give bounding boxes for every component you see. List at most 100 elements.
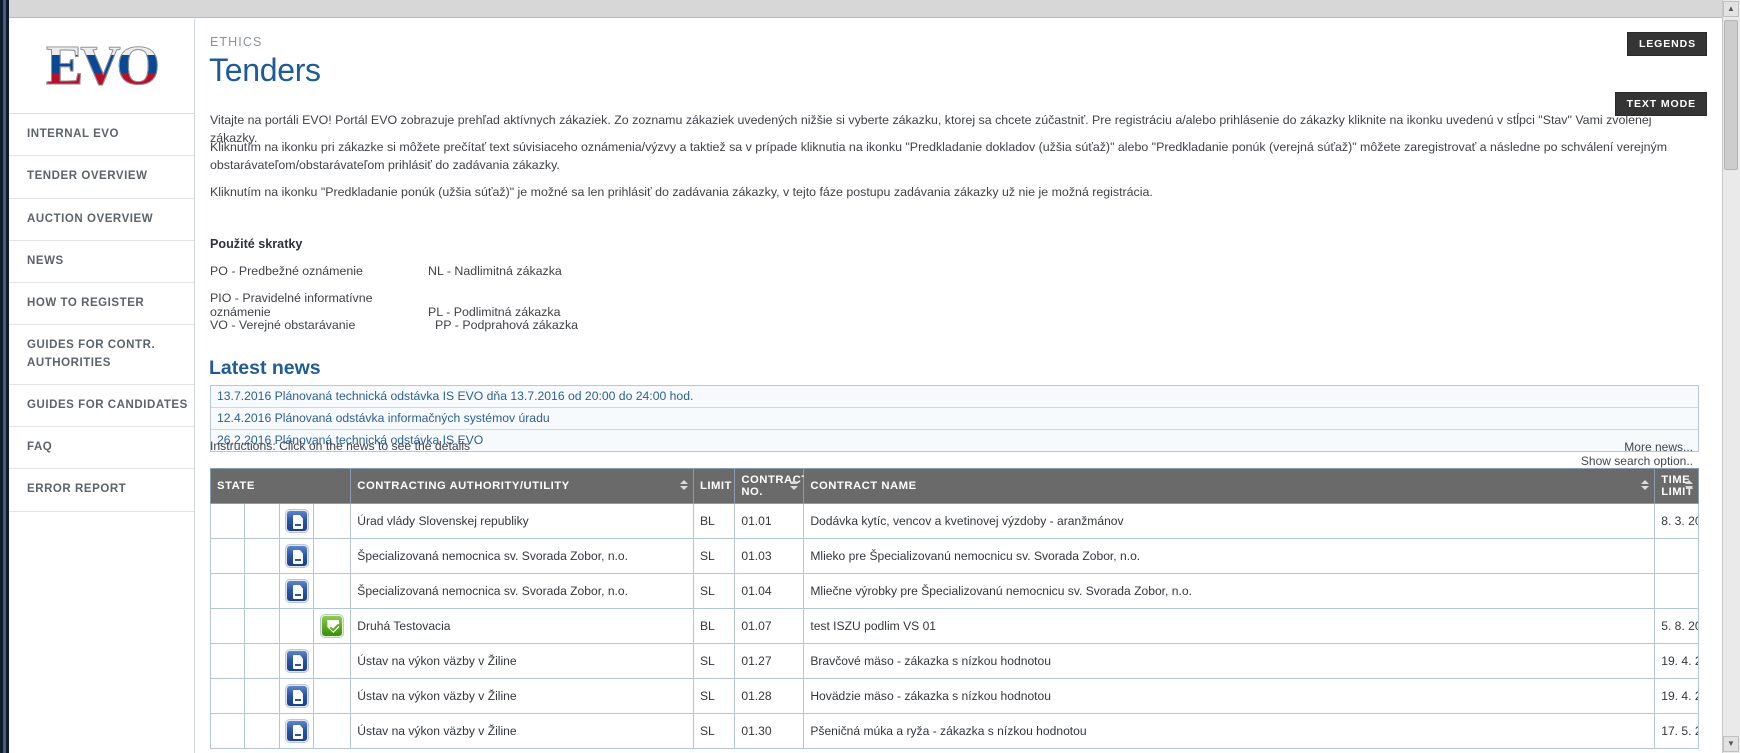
scroll-down-icon[interactable]: ▼ bbox=[1723, 736, 1739, 752]
abbreviations-title: Použité skratky bbox=[210, 237, 303, 251]
evo-logo-text: EVO bbox=[45, 35, 160, 97]
table-cell-state-3[interactable] bbox=[278, 678, 315, 714]
sidebar-item-faq[interactable]: FAQ bbox=[9, 427, 194, 470]
table-header-state[interactable]: STATE bbox=[209, 468, 352, 504]
sidebar-item-error-report[interactable]: ERROR REPORT bbox=[9, 469, 194, 512]
table-cell-authority: Ústav na výkon väzby v Žiline bbox=[350, 713, 694, 749]
tenders-table-wrap: STATE CONTRACTING AUTHORITY/UTILITY LIMI… bbox=[209, 468, 1699, 749]
table-cell-contract-name: Hovädzie mäso - zákazka s nízkou hodnoto… bbox=[803, 678, 1656, 714]
sidebar-nav: INTERNAL EVO TENDER OVERVIEW AUCTION OVE… bbox=[9, 113, 194, 512]
abbreviation-right: PL - Podlimitná zákazka bbox=[428, 305, 561, 319]
abbreviation-row: VO - Verejné obstarávanie PP - Podprahová… bbox=[210, 318, 910, 332]
document-icon[interactable] bbox=[285, 580, 308, 602]
table-cell-state-4 bbox=[313, 573, 352, 609]
abbreviation-right: PP - Podprahová zákazka bbox=[435, 318, 579, 332]
table-row[interactable]: Špecializovaná nemocnica sv. Svorada Zob… bbox=[209, 573, 1699, 609]
sidebar-item-guides-for-candidates[interactable]: GUIDES FOR CANDIDATES bbox=[9, 384, 194, 427]
abbreviation-left: VO - Verejné obstarávanie bbox=[210, 318, 356, 332]
screenshot-root: ▲ ▼ EVO INTERNAL EVO TENDER OVERVIEW AUC… bbox=[0, 0, 1740, 753]
table-cell-contract-name: Mliečne výrobky pre Špecializovanú nemoc… bbox=[803, 573, 1656, 609]
table-cell-contract-name: Bravčové mäso - zákazka s nízkou hodnoto… bbox=[803, 643, 1656, 679]
table-cell-state-1 bbox=[209, 503, 246, 539]
shield-check-icon[interactable] bbox=[321, 615, 344, 637]
news-instructions: Instructions: Click on the news to see t… bbox=[210, 439, 471, 453]
table-row[interactable]: Špecializovaná nemocnica sv. Svorada Zob… bbox=[209, 538, 1699, 574]
table-cell-contract-no: 01.07 bbox=[734, 608, 805, 644]
abbreviation-right: NL - Nadlimitná zákazka bbox=[428, 264, 562, 278]
news-list-item[interactable]: 13.7.2016 Plánovaná technická odstávka I… bbox=[211, 386, 1698, 408]
table-cell-contract-name: Mlieko pre Špecializovanú nemocnicu sv. … bbox=[803, 538, 1656, 574]
table-cell-contract-no: 01.30 bbox=[734, 713, 805, 749]
table-cell-contract-no: 01.04 bbox=[734, 573, 805, 609]
table-header-time-limit[interactable]: TIME LIMIT bbox=[1654, 468, 1699, 504]
abbreviation-row: PIO - Pravidelné informatívne oznámenie P… bbox=[210, 291, 910, 319]
table-cell-authority: Druhá Testovacia bbox=[350, 608, 694, 644]
table-row[interactable]: Ústav na výkon väzby v Žiline SL 01.30 Pšen… bbox=[209, 713, 1699, 749]
legends-button[interactable]: LEGENDS bbox=[1626, 32, 1707, 56]
table-cell-contract-name: Pšeničná múka a ryža - zákazka s nízkou … bbox=[803, 713, 1656, 749]
table-header-contract-name[interactable]: CONTRACT NAME bbox=[803, 468, 1656, 504]
table-cell-state-1 bbox=[209, 608, 246, 644]
table-cell-limit: SL bbox=[692, 678, 736, 714]
news-list-item[interactable]: 12.4.2016 Plánovaná odstávka informačnýc… bbox=[211, 408, 1698, 430]
table-cell-state-4 bbox=[313, 538, 352, 574]
main-content: ETHICS Tenders LEGENDS TEXT MODE Vitajte… bbox=[195, 19, 1721, 753]
table-cell-state-3[interactable] bbox=[278, 713, 315, 749]
sort-arrows-icon[interactable] bbox=[1685, 480, 1693, 492]
document-icon[interactable] bbox=[285, 650, 308, 672]
table-cell-state-2 bbox=[244, 678, 280, 714]
table-row[interactable]: Ústav na výkon väzby v Žiline SL 01.28 Hovä… bbox=[209, 678, 1699, 714]
table-cell-authority: Ústav na výkon väzby v Žiline bbox=[350, 678, 694, 714]
page-scrollbar[interactable]: ▲ ▼ bbox=[1722, 0, 1740, 753]
table-cell-time-limit: 5. 8. 2015 bbox=[1654, 608, 1699, 644]
table-cell-time-limit bbox=[1654, 538, 1699, 574]
sidebar-item-news[interactable]: NEWS bbox=[9, 240, 194, 283]
document-icon[interactable] bbox=[285, 720, 308, 742]
tenders-table: STATE CONTRACTING AUTHORITY/UTILITY LIMI… bbox=[209, 468, 1699, 749]
table-cell-contract-no: 01.27 bbox=[734, 643, 805, 679]
table-cell-contract-no: 01.03 bbox=[734, 538, 805, 574]
table-cell-limit: SL bbox=[692, 573, 736, 609]
table-header-row: STATE CONTRACTING AUTHORITY/UTILITY LIMI… bbox=[209, 468, 1699, 504]
show-search-option-link[interactable]: Show search option.. bbox=[1581, 454, 1693, 468]
table-row[interactable]: Úrad vlády Slovenskej republiky BL 01.01 Do… bbox=[209, 503, 1699, 539]
table-cell-state-4[interactable] bbox=[313, 608, 352, 644]
table-cell-authority: Úrad vlády Slovenskej republiky bbox=[350, 503, 694, 539]
scrollbar-thumb[interactable] bbox=[1724, 20, 1738, 170]
table-cell-contract-no: 01.28 bbox=[734, 678, 805, 714]
browser-chrome-bar bbox=[0, 0, 1740, 18]
more-news-link[interactable]: More news... bbox=[1624, 440, 1693, 454]
latest-news-title: Latest news bbox=[209, 357, 321, 379]
table-cell-authority: Ústav na výkon väzby v Žiline bbox=[350, 643, 694, 679]
table-cell-limit: SL bbox=[692, 538, 736, 574]
document-icon[interactable] bbox=[285, 510, 308, 532]
table-header-label: CONTRACT NAME bbox=[810, 480, 917, 492]
table-cell-state-3[interactable] bbox=[278, 573, 315, 609]
sort-arrows-icon[interactable] bbox=[1641, 480, 1650, 492]
table-cell-state-3[interactable] bbox=[278, 503, 315, 539]
sidebar-item-auction-overview[interactable]: AUCTION OVERVIEW bbox=[9, 198, 194, 241]
sidebar-item-internal-evo[interactable]: INTERNAL EVO bbox=[9, 114, 194, 157]
sidebar-item-guides-for-contr-authorities[interactable]: GUIDES FOR CONTR. AUTHORITIES bbox=[9, 325, 194, 385]
table-cell-state-1 bbox=[209, 573, 246, 609]
intro-paragraph-2: Kliknutím na ikonku pri zákazke si môžet… bbox=[210, 140, 1668, 172]
page-canvas: EVO INTERNAL EVO TENDER OVERVIEW AUCTION… bbox=[9, 19, 1721, 753]
evo-logo[interactable]: EVO bbox=[9, 19, 194, 107]
document-icon[interactable] bbox=[285, 545, 308, 567]
table-cell-state-3[interactable] bbox=[278, 643, 315, 679]
table-cell-time-limit: 17. 5. 2013 bbox=[1654, 713, 1699, 749]
sidebar-item-tender-overview[interactable]: TENDER OVERVIEW bbox=[9, 156, 194, 199]
sidebar-item-how-to-register[interactable]: HOW TO REGISTER bbox=[9, 283, 194, 326]
table-header-contracting-authority[interactable]: CONTRACTING AUTHORITY/UTILITY bbox=[350, 468, 694, 504]
table-header-limit[interactable]: LIMIT bbox=[692, 468, 736, 504]
table-header-contract-no[interactable]: CONTRACT NO. bbox=[734, 468, 808, 504]
table-cell-state-4 bbox=[313, 643, 352, 679]
table-row[interactable]: Ústav na výkon väzby v Žiline SL 01.27 Brav… bbox=[209, 643, 1699, 679]
sort-arrows-icon[interactable] bbox=[679, 480, 688, 492]
table-cell-authority: Špecializovaná nemocnica sv. Svorada Zob… bbox=[350, 573, 694, 609]
document-icon[interactable] bbox=[285, 685, 308, 707]
scroll-up-icon[interactable]: ▲ bbox=[1723, 1, 1739, 17]
table-row[interactable]: Druhá Testovacia BL 01.07 test ISZU podlim … bbox=[209, 608, 1699, 644]
table-cell-state-3[interactable] bbox=[278, 538, 315, 574]
sort-arrows-icon[interactable] bbox=[790, 480, 799, 492]
